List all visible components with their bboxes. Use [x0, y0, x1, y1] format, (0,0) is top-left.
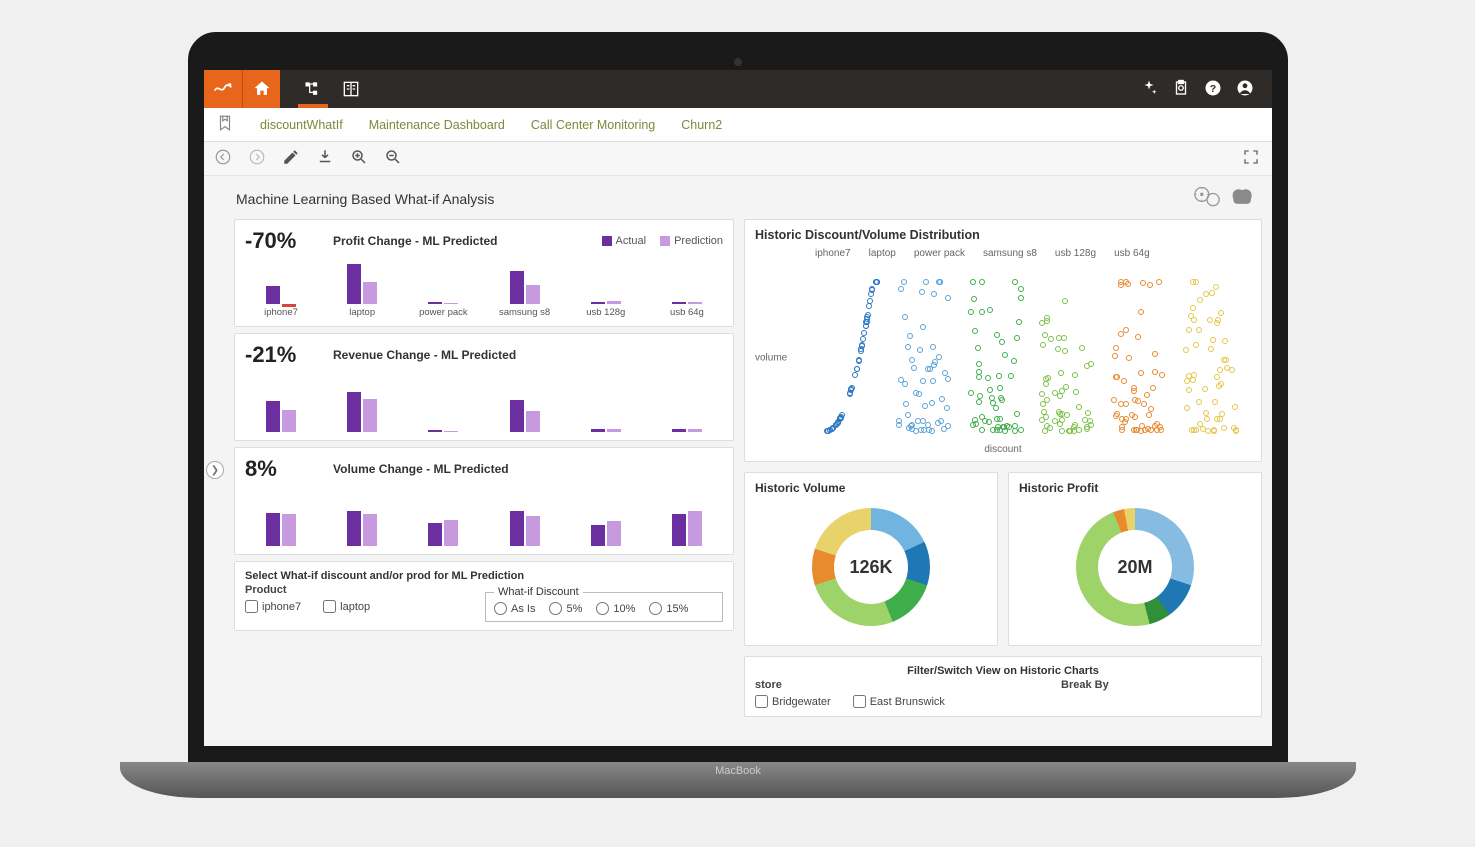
product-option-iphone7[interactable]: iphone7	[245, 600, 301, 613]
dashboard-tabs-bar: discountWhatIf Maintenance Dashboard Cal…	[204, 108, 1272, 142]
dashboard-content: ❯ Machine Learning Based What-if Analysi…	[204, 176, 1272, 746]
historic-profit-card: Historic Profit 20M	[1008, 472, 1262, 646]
discount-option[interactable]: 10%	[596, 602, 635, 615]
camera-dot	[734, 58, 742, 66]
nav-back-icon[interactable]	[214, 148, 232, 169]
historic-filter-card: Filter/Switch View on Historic Charts st…	[744, 656, 1262, 717]
home-button[interactable]	[242, 70, 280, 108]
whatif-select-card: Select What-if discount and/or prod for …	[234, 561, 734, 631]
historic-volume-card: Historic Volume 126K	[744, 472, 998, 646]
bookmark-icon[interactable]	[216, 114, 234, 135]
scatter-xlabel: discount	[984, 444, 1021, 455]
nav-forward-icon[interactable]	[248, 148, 266, 169]
historic-filter-title: Filter/Switch View on Historic Charts	[755, 665, 1251, 677]
help-icon[interactable]: ?	[1204, 79, 1222, 100]
revenue-change-card: -21% Revenue Change - ML Predicted	[234, 333, 734, 441]
volume-change-card: 8% Volume Change - ML Predicted	[234, 447, 734, 555]
store-label: store	[755, 679, 1021, 691]
profit-kpi-title: Profit Change - ML Predicted	[333, 234, 497, 248]
store-option[interactable]: Bridgewater	[755, 695, 831, 708]
profit-kpi-value: -70%	[245, 228, 315, 254]
volume-change-chart[interactable]	[245, 488, 723, 546]
chart-legend: Actual Prediction	[602, 235, 724, 247]
brand-logo[interactable]	[204, 70, 242, 108]
whatif-discount-label: What-if Discount	[494, 586, 583, 598]
whatif-discount-fieldset: What-if Discount As Is 5% 10% 15%	[485, 586, 723, 622]
store-options: Bridgewater East Brunswick	[755, 695, 1021, 708]
laptop-base: MacBook	[120, 762, 1356, 798]
breakby-label: Break By	[1061, 679, 1251, 691]
edit-icon[interactable]	[282, 148, 300, 169]
zoom-in-icon[interactable]	[350, 148, 368, 169]
insight-gear-icon[interactable]	[1194, 186, 1220, 211]
zoom-out-icon[interactable]	[384, 148, 402, 169]
brain-icon[interactable]	[1230, 186, 1256, 211]
historic-volume-title: Historic Volume	[755, 481, 987, 497]
scatter-title: Historic Discount/Volume Distribution	[755, 228, 1251, 246]
account-icon[interactable]	[1236, 79, 1254, 100]
volume-kpi-title: Volume Change - ML Predicted	[333, 462, 509, 476]
revenue-kpi-value: -21%	[245, 342, 315, 368]
product-options: iphone7 laptop	[245, 600, 465, 613]
tab-churn2[interactable]: Churn2	[681, 118, 722, 132]
nav-library-button[interactable]	[332, 70, 370, 108]
tab-discountwhatif[interactable]: discountWhatIf	[260, 118, 343, 132]
sparkle-icon[interactable]	[1140, 79, 1158, 100]
tab-maintenance-dashboard[interactable]: Maintenance Dashboard	[369, 118, 505, 132]
top-nav: ?	[204, 70, 1272, 108]
discount-option[interactable]: 15%	[649, 602, 688, 615]
dashboard-toolbar	[204, 142, 1272, 176]
historic-profit-value: 20M	[1019, 497, 1251, 637]
expand-panel-handle[interactable]: ❯	[206, 461, 224, 479]
revenue-kpi-title: Revenue Change - ML Predicted	[333, 348, 516, 362]
discount-option[interactable]: 5%	[549, 602, 582, 615]
product-option-laptop[interactable]: laptop	[323, 600, 370, 613]
page-title: Machine Learning Based What-if Analysis	[236, 191, 494, 207]
fullscreen-icon[interactable]	[1242, 148, 1260, 169]
historic-profit-title: Historic Profit	[1019, 481, 1251, 497]
profit-change-chart[interactable]: iphone7laptoppower packsamsung s8usb 128…	[245, 260, 723, 318]
revenue-change-chart[interactable]	[245, 374, 723, 432]
nav-tree-button[interactable]	[294, 70, 332, 108]
product-label: Product	[245, 584, 465, 596]
download-icon[interactable]	[316, 148, 334, 169]
tab-call-center-monitoring[interactable]: Call Center Monitoring	[531, 118, 655, 132]
volume-kpi-value: 8%	[245, 456, 315, 482]
profit-change-card: -70% Profit Change - ML Predicted Actual…	[234, 219, 734, 327]
svg-text:?: ?	[1210, 82, 1216, 94]
scatter-plot[interactable]	[815, 285, 1245, 437]
scatter-card: Historic Discount/Volume Distribution ip…	[744, 219, 1262, 462]
historic-volume-value: 126K	[755, 497, 987, 637]
discount-option[interactable]: As Is	[494, 602, 535, 615]
whatif-select-title: Select What-if discount and/or prod for …	[245, 570, 723, 582]
store-option[interactable]: East Brunswick	[853, 695, 945, 708]
clipboard-icon[interactable]	[1172, 79, 1190, 100]
scatter-legend: iphone7laptoppower packsamsung s8usb 128…	[755, 246, 1251, 263]
scatter-ylabel: volume	[755, 353, 787, 364]
